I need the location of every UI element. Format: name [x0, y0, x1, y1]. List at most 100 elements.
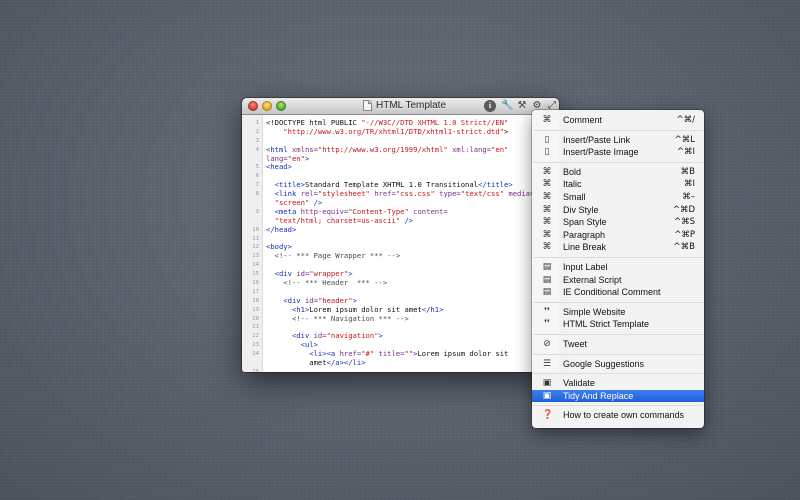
- menu-item-label: How to create own commands: [563, 410, 685, 421]
- line-number: 2: [255, 128, 259, 135]
- menu-item-div-style[interactable]: ⌘ Div Style ^⌘D: [532, 204, 704, 216]
- menu-item-label: IE Conditional Comment: [563, 287, 661, 298]
- menu-separator: [533, 301, 703, 303]
- line-number: 16: [252, 280, 259, 287]
- line-number: 8: [255, 191, 259, 198]
- line-number: 24: [252, 351, 259, 358]
- menu-item-label: Comment: [563, 115, 603, 125]
- code-line[interactable]: 20 <!-- *** Navigation *** -->: [242, 314, 559, 324]
- template-icon: ❜❜: [544, 306, 550, 317]
- line-number: 19: [252, 306, 259, 313]
- clipboard-icon: ▯: [544, 134, 550, 145]
- wrench-icon[interactable]: 🔧: [501, 100, 513, 112]
- menu-item-shortcut: ^⌘/: [676, 115, 696, 125]
- code-line[interactable]: 2 "http://www.w3.org/TR/xhtml1/DTD/xhtml…: [242, 127, 559, 137]
- code-line[interactable]: amet</a></li>: [242, 358, 559, 368]
- menu-item-shortcut: ^⌘S: [673, 217, 695, 228]
- menu-item-validate[interactable]: ▣ Validate: [532, 377, 704, 389]
- line-number: 3: [255, 137, 259, 144]
- menu-item-comment[interactable]: ⌘ Comment ^⌘/: [532, 114, 704, 126]
- menu-item-simple-website[interactable]: ❜❜ Simple Website: [532, 306, 704, 318]
- close-button[interactable]: [248, 101, 258, 111]
- menu-item-how-to-create-own-commands[interactable]: ❓ How to create own commands: [532, 409, 704, 421]
- menu-lines-icon: ☰: [542, 358, 552, 369]
- menu-separator: [533, 161, 703, 163]
- menu-item-tweet[interactable]: ⊘ Tweet: [532, 338, 704, 350]
- menu-item-html-strict-template[interactable]: ❜❜ HTML Strict Template: [532, 318, 704, 330]
- menu-item-shortcut: ^⌘P: [674, 229, 695, 240]
- code-line[interactable]: 13 <!-- *** Page Wrapper *** -->: [242, 251, 559, 261]
- menu-item-label: Google Suggestions: [563, 358, 645, 369]
- menu-item-external-script[interactable]: ▤ External Script: [532, 274, 704, 286]
- command-icon: ⌘: [542, 166, 552, 177]
- compass-icon: ⊘: [543, 339, 551, 349]
- window-title: HTML Template: [376, 100, 447, 111]
- list-icon: ▤: [542, 262, 552, 272]
- line-number: 12: [252, 244, 259, 251]
- code-line[interactable]: 25: [242, 368, 559, 372]
- clipboard-icon: ▯: [544, 147, 550, 158]
- document-icon: [363, 100, 372, 111]
- code-text: amet</a></li>: [266, 358, 366, 368]
- menu-item-label: Tweet: [563, 339, 588, 349]
- tools-icon[interactable]: ⚒: [516, 100, 528, 112]
- menu-item-bold[interactable]: ⌘ Bold ⌘B: [532, 166, 704, 178]
- command-icon: ⌘: [542, 217, 552, 228]
- minimize-button[interactable]: [262, 101, 272, 111]
- line-number: 22: [252, 333, 259, 340]
- line-number: 4: [255, 146, 259, 153]
- menu-item-google-suggestions[interactable]: ☰ Google Suggestions: [532, 358, 704, 370]
- line-number: 7: [255, 182, 259, 189]
- menu-item-label: Bold: [563, 166, 582, 177]
- menu-item-italic[interactable]: ⌘ Italic ⌘I: [532, 178, 704, 190]
- menu-item-label: Line Break: [563, 242, 607, 253]
- menu-item-label: External Script: [563, 274, 622, 285]
- menu-item-shortcut: ^⌘L: [674, 134, 695, 145]
- menu-item-small[interactable]: ⌘ Small ⌘–: [532, 191, 704, 203]
- menu-item-label: Small: [563, 192, 586, 202]
- menu-item-label: Input Label: [563, 262, 608, 272]
- line-number: 13: [252, 253, 259, 260]
- list-icon: ▤: [542, 274, 552, 285]
- menu-separator: [533, 353, 703, 355]
- menu-item-label: Validate: [563, 378, 595, 389]
- menu-item-shortcut: ⌘–: [682, 192, 695, 202]
- code-line[interactable]: 5 <head>: [242, 163, 559, 172]
- menu-item-label: Simple Website: [563, 306, 626, 317]
- code-editor[interactable]: 1 <!DOCTYPE html PUBLIC "-//W3C//DTD XHTM…: [242, 115, 559, 372]
- menu-item-ie-conditional-comment[interactable]: ▤ IE Conditional Comment: [532, 286, 704, 298]
- command-icon: ⌘: [542, 179, 552, 190]
- menu-item-insert-paste-image[interactable]: ▯ Insert/Paste Image ^⌘I: [532, 146, 704, 158]
- code-line[interactable]: 16 <!-- *** Header *** -->: [242, 278, 559, 288]
- zoom-button[interactable]: [276, 101, 286, 111]
- title-bar[interactable]: HTML Template i 🔧 ⚒ ⚙ ⤢: [242, 98, 559, 115]
- line-number: 20: [252, 315, 259, 322]
- line-number: 10: [252, 226, 259, 233]
- code-text: <!-- *** Header *** -->: [266, 278, 388, 288]
- info-icon[interactable]: i: [484, 100, 496, 112]
- menu-separator: [533, 405, 703, 407]
- menu-item-label: Italic: [563, 179, 582, 190]
- line-number: 5: [255, 164, 259, 171]
- terminal-icon: ▣: [542, 390, 552, 401]
- menu-item-label: Div Style: [563, 204, 599, 215]
- menu-item-tidy-and-replace[interactable]: ▣ Tidy And Replace: [532, 389, 704, 402]
- menu-item-label: Span Style: [563, 217, 607, 228]
- menu-item-label: Insert/Paste Image: [563, 147, 639, 158]
- menu-separator: [533, 334, 703, 335]
- template-icon: ❜❜: [544, 319, 550, 330]
- menu-item-line-break[interactable]: ⌘ Line Break ^⌘B: [532, 241, 704, 253]
- line-number: 15: [252, 271, 259, 278]
- menu-item-paragraph[interactable]: ⌘ Paragraph ^⌘P: [532, 229, 704, 241]
- help-icon: ❓: [542, 410, 554, 421]
- menu-item-span-style[interactable]: ⌘ Span Style ^⌘S: [532, 216, 704, 228]
- line-number: 21: [252, 324, 259, 331]
- menu-item-shortcut: ^⌘I: [676, 147, 695, 158]
- command-icon: ⌘: [542, 115, 552, 125]
- code-text: <!-- *** Page Wrapper *** -->: [266, 251, 401, 261]
- code-line[interactable]: 10 </head>: [242, 225, 559, 235]
- commands-menu: ⌘ Comment ^⌘/ ▯ Insert/Paste Link ^⌘L ▯ Insert/…: [532, 110, 704, 428]
- menu-item-label: Insert/Paste Link: [563, 134, 631, 145]
- menu-item-insert-paste-link[interactable]: ▯ Insert/Paste Link ^⌘L: [532, 134, 704, 146]
- menu-item-input-label[interactable]: ▤ Input Label: [532, 261, 704, 273]
